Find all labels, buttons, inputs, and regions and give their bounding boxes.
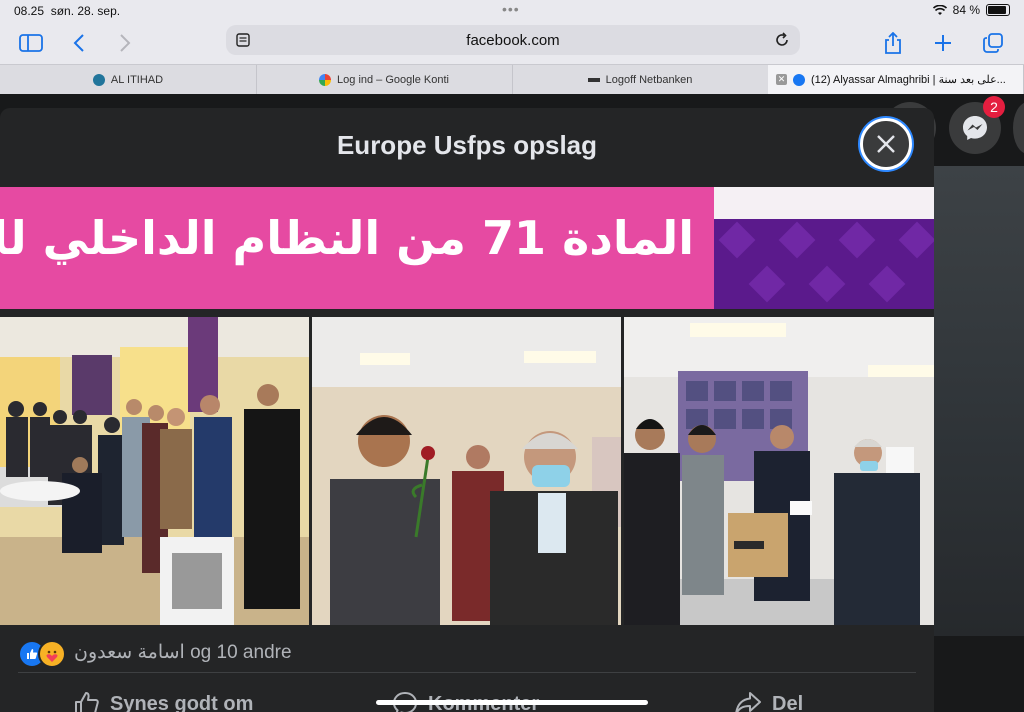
bank-favicon-icon bbox=[587, 77, 600, 82]
tab-netbanken[interactable]: Logoff Netbanken bbox=[512, 65, 769, 94]
reaction-icons bbox=[18, 639, 66, 668]
banner-white-strip bbox=[714, 187, 934, 219]
tab-label: (12) Alyassar Almaghribi | على بعد سنة..… bbox=[811, 74, 1006, 86]
new-tab-icon[interactable] bbox=[928, 28, 958, 58]
reactions-text: اسامة سعدون og 10 andre bbox=[74, 641, 292, 663]
status-bar: 08.25 søn. 28. sep. ••• 84 % bbox=[0, 0, 1024, 22]
post-banner-image[interactable]: المادة 71 من النظام الداخلي للحزب bbox=[0, 187, 934, 309]
forward-icon[interactable] bbox=[110, 28, 140, 58]
share-icon[interactable] bbox=[878, 28, 908, 58]
multitasking-dots-icon[interactable]: ••• bbox=[502, 1, 520, 17]
messenger-button[interactable]: 2 bbox=[949, 96, 1005, 154]
post-actions: Synes godt om Kommenter Del bbox=[0, 684, 934, 712]
reactions-summary[interactable]: اسامة سعدون og 10 andre bbox=[18, 638, 292, 668]
like-button[interactable]: Synes godt om bbox=[74, 684, 253, 712]
banner-purple-pattern bbox=[714, 219, 934, 309]
facebook-page: 2 Europe Usfps opslag المادة 71 من النظا… bbox=[0, 94, 1024, 712]
tab-google-login[interactable]: Log ind – Google Konti bbox=[256, 65, 513, 94]
close-icon bbox=[877, 135, 895, 153]
tab-label: Logoff Netbanken bbox=[605, 73, 693, 86]
sidebar-icon[interactable] bbox=[16, 28, 46, 58]
share-label: Del bbox=[772, 692, 804, 712]
like-icon bbox=[75, 692, 99, 712]
share-arrow-icon bbox=[735, 692, 761, 712]
photo-grid bbox=[0, 317, 934, 625]
photo-rose-handover[interactable] bbox=[312, 317, 621, 625]
like-label: Synes godt om bbox=[110, 692, 254, 712]
wordpress-favicon-icon bbox=[92, 73, 105, 86]
photo-group-meeting[interactable] bbox=[0, 317, 309, 625]
close-button[interactable] bbox=[860, 118, 912, 170]
tabs-icon[interactable] bbox=[978, 28, 1008, 58]
back-icon[interactable] bbox=[64, 28, 94, 58]
google-favicon-icon bbox=[319, 73, 332, 86]
url-text: facebook.com bbox=[466, 32, 560, 49]
modal-title: Europe Usfps opslag bbox=[336, 130, 598, 160]
notification-badge: 2 bbox=[983, 96, 1005, 118]
tab-strip: AL ITIHAD Log ind – Google Konti Logoff … bbox=[0, 64, 1024, 95]
facebook-favicon-icon bbox=[793, 73, 805, 86]
account-button[interactable] bbox=[1013, 102, 1024, 154]
tab-close-icon[interactable]: ✕ bbox=[776, 74, 787, 85]
battery-percent: 84 % bbox=[952, 3, 980, 17]
background-photo bbox=[934, 166, 1024, 636]
share-button[interactable]: Del bbox=[734, 684, 803, 712]
tab-facebook[interactable]: ✕ (12) Alyassar Almaghribi | على بعد سنة… bbox=[768, 65, 1024, 94]
post-modal: Europe Usfps opslag المادة 71 من النظام … bbox=[0, 108, 934, 712]
wifi-icon bbox=[932, 4, 947, 15]
tab-label: AL ITIHAD bbox=[110, 73, 164, 86]
reload-icon[interactable] bbox=[774, 32, 790, 48]
tab-label: Log ind – Google Konti bbox=[337, 73, 449, 86]
home-indicator[interactable] bbox=[376, 700, 648, 705]
photo-ballot-box[interactable] bbox=[624, 317, 934, 625]
address-bar[interactable]: facebook.com bbox=[226, 25, 800, 55]
battery-icon bbox=[986, 4, 1010, 16]
browser-toolbar: facebook.com bbox=[0, 22, 1024, 64]
messenger-icon bbox=[963, 116, 987, 140]
banner-arabic-text: المادة 71 من النظام الداخلي للحزب bbox=[0, 211, 694, 265]
divider bbox=[18, 672, 916, 673]
status-right: 84 % bbox=[932, 3, 1010, 17]
comment-button[interactable]: Kommenter bbox=[392, 684, 539, 712]
tab-al-itihad[interactable]: AL ITIHAD bbox=[0, 65, 257, 94]
care-reaction-icon bbox=[38, 640, 66, 668]
status-time: 08.25 søn. 28. sep. bbox=[14, 4, 121, 18]
